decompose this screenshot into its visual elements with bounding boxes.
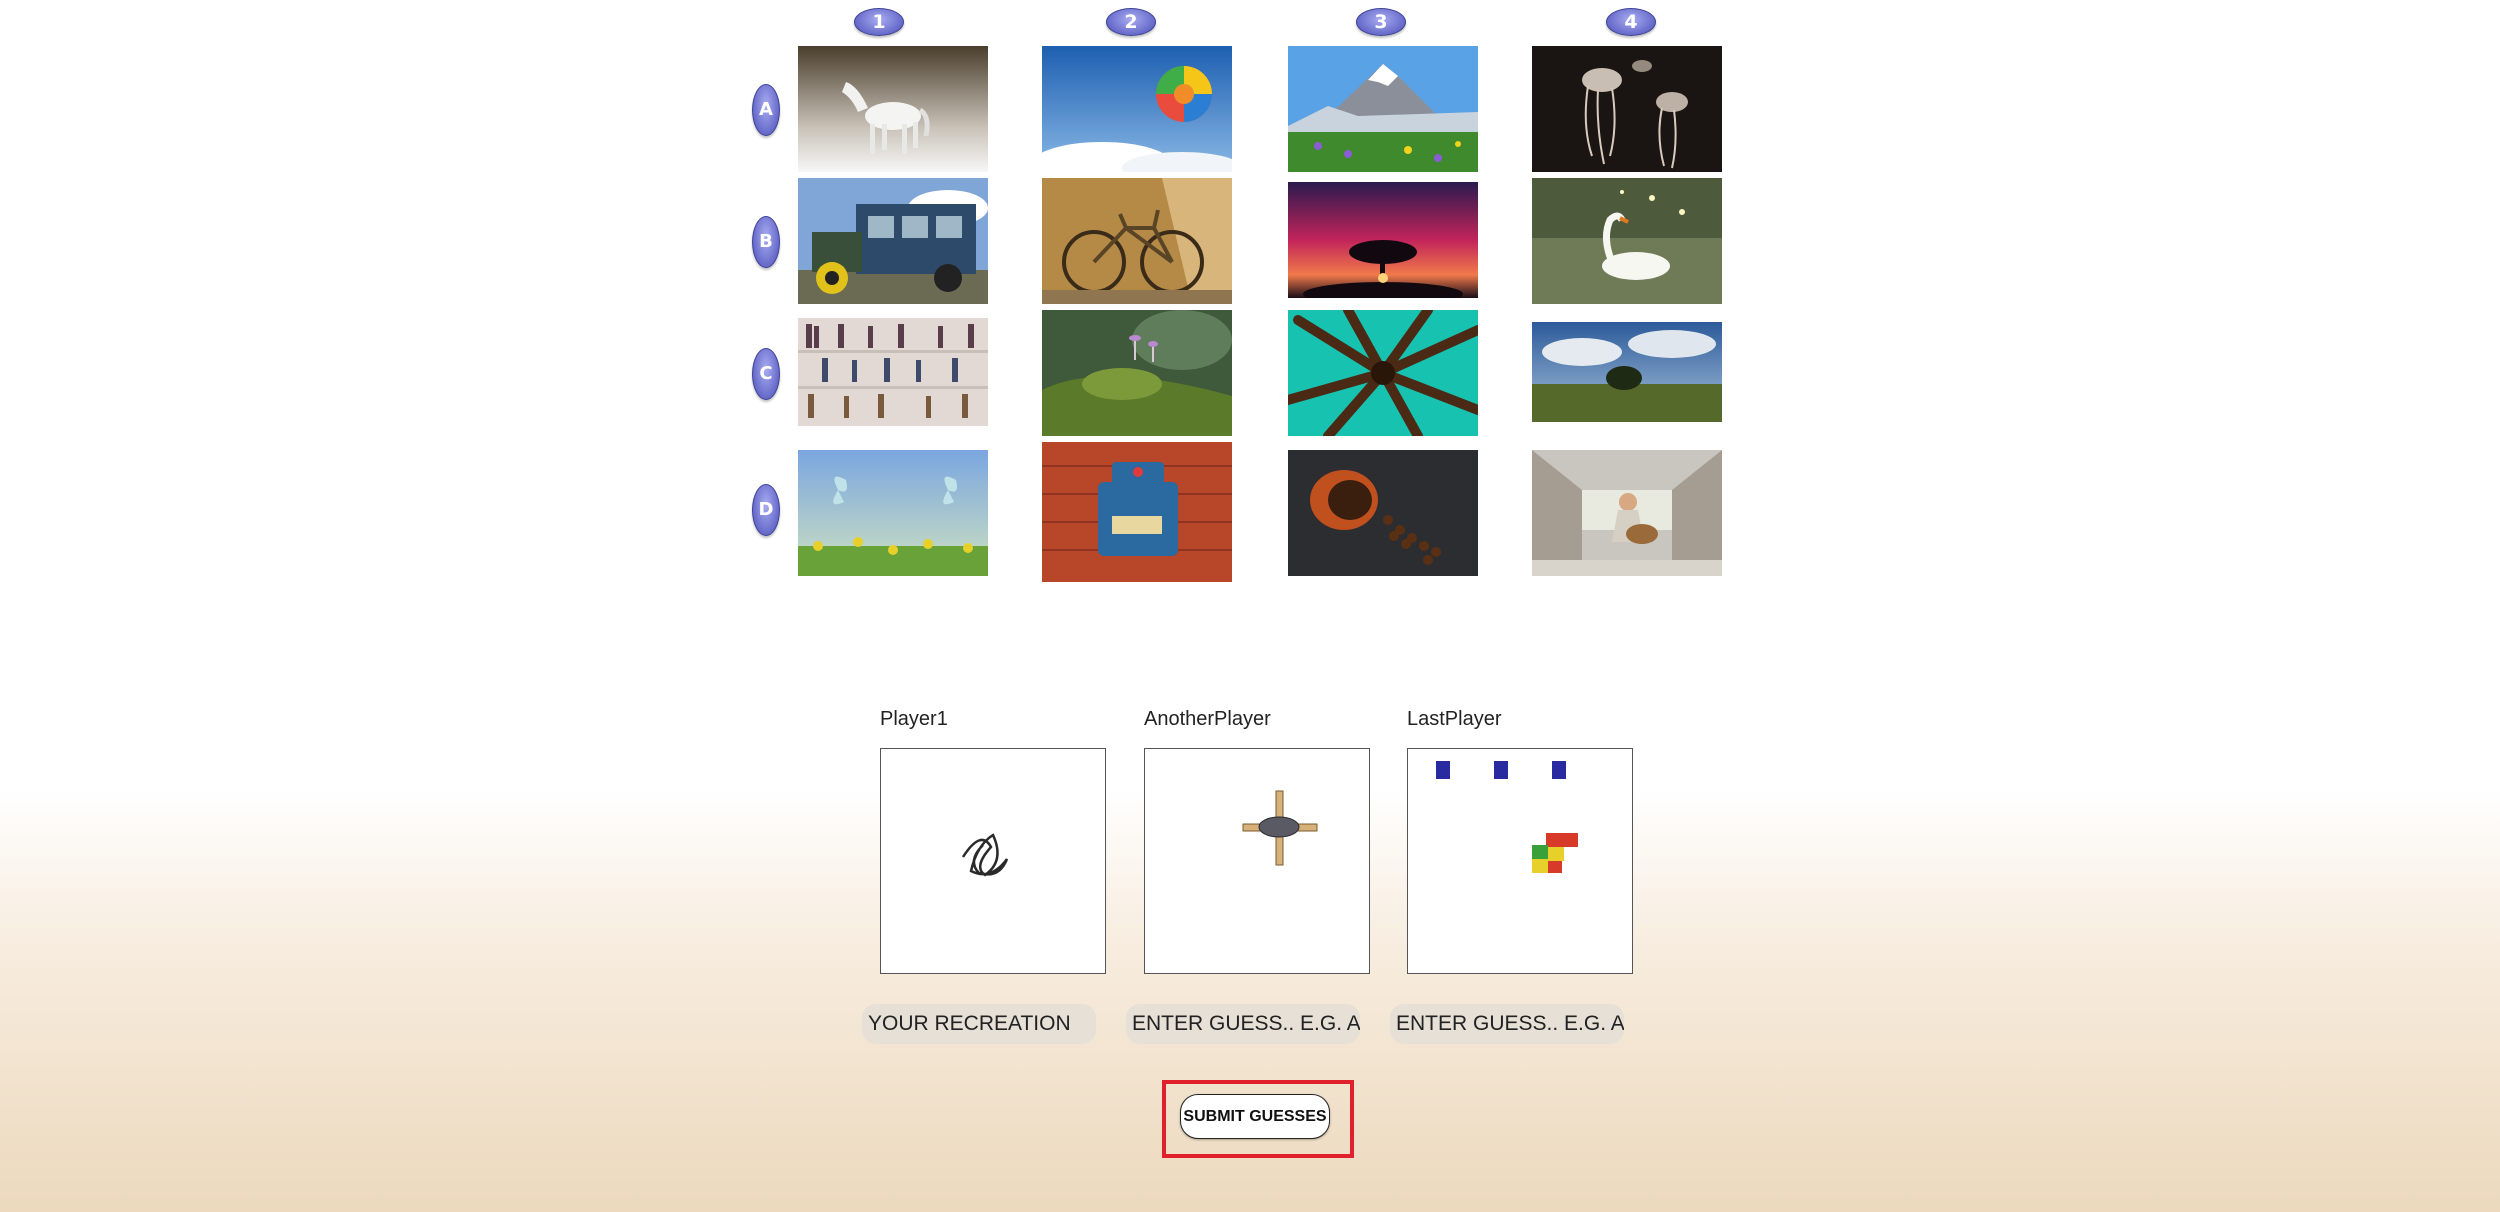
player-name-2: AnotherPlayer [1144, 708, 1271, 730]
submit-guesses-button[interactable]: SUBMIT GUESSES [1180, 1094, 1330, 1139]
image-a3-mountain[interactable] [1288, 46, 1478, 172]
image-c4-lone-tree[interactable] [1532, 322, 1722, 422]
image-c3-palm-tree[interactable] [1288, 310, 1478, 436]
image-d2-mailbox[interactable] [1042, 442, 1232, 582]
column-label-1: 1 [854, 8, 904, 36]
player-name-1: Player1 [880, 708, 948, 730]
player-name-3: LastPlayer [1407, 708, 1502, 730]
row-label-b: B [752, 216, 780, 268]
image-d4-guitar-girl[interactable] [1532, 450, 1722, 576]
row-label-c: C [752, 348, 780, 400]
player2-drawing-canvas[interactable] [1144, 748, 1370, 974]
recreation-input[interactable] [862, 1004, 1096, 1044]
player3-drawing-canvas[interactable] [1407, 748, 1633, 974]
guess-input-player3[interactable] [1390, 1004, 1624, 1044]
guess-input-player2[interactable] [1126, 1004, 1360, 1044]
column-label-3: 3 [1356, 8, 1406, 36]
image-d3-coffee[interactable] [1288, 450, 1478, 576]
image-a4-jellyfish[interactable] [1532, 46, 1722, 172]
image-a2-balloon[interactable] [1042, 46, 1232, 172]
image-b1-truck[interactable] [798, 178, 988, 304]
column-label-2: 2 [1106, 8, 1156, 36]
column-label-4: 4 [1606, 8, 1656, 36]
image-c1-bookshelf[interactable] [798, 318, 988, 426]
player1-drawing-canvas[interactable] [880, 748, 1106, 974]
row-label-a: A [752, 84, 780, 136]
image-c2-mossy-log[interactable] [1042, 310, 1232, 436]
image-d1-butterflies[interactable] [798, 450, 988, 576]
image-a1-horse[interactable] [798, 46, 988, 172]
image-b4-swan[interactable] [1532, 178, 1722, 304]
image-b3-sunset-tree[interactable] [1288, 182, 1478, 298]
image-b2-bicycle[interactable] [1042, 178, 1232, 304]
row-label-d: D [752, 484, 780, 536]
